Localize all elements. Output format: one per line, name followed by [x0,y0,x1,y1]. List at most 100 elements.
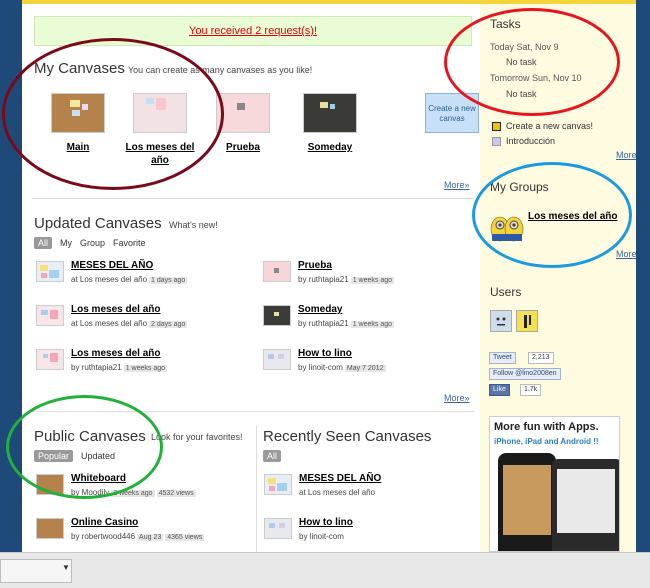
row-title[interactable]: Someday [298,304,342,315]
public-canvases-title: Public Canvases [34,428,146,445]
public-row[interactable]: Online Casino by robertwood446 Aug 23 4365… [36,517,256,550]
row-time: 2 weeks ago [111,490,155,497]
updated-row[interactable]: Prueba by ruthtapia21 1 weeks ago [263,260,483,293]
row-title[interactable]: How to lino [299,517,353,528]
canvas-thumbnail[interactable] [263,261,291,282]
row-meta: by robertwood446 Aug 23 4365 views [71,532,205,541]
canvas-thumbnail[interactable] [264,518,292,539]
user-avatar-icon[interactable] [516,310,538,332]
filter-all[interactable]: All [34,237,53,249]
row-time: 1 weeks ago [350,277,395,284]
canvas-thumbnail[interactable] [216,93,270,133]
updated-row[interactable]: Los meses del año at Los meses del año 2 … [36,304,256,337]
row-meta: at Los meses del año 1 days ago [71,275,188,284]
row-title[interactable]: How to lino [298,348,352,359]
public-row[interactable]: Whiteboard by Moodily 2 weeks ago 4532 vie… [36,473,256,506]
canvas-thumbnail[interactable] [263,305,291,326]
updated-row[interactable]: Someday by ruthtapia21 1 weeks ago [263,304,483,337]
updated-more-link[interactable]: More» [444,393,470,403]
follow-button[interactable]: Follow @lino2008en [489,368,561,380]
tasks-title: Tasks [490,17,521,31]
page: You received 2 request(s)! My Canvases Y… [22,0,636,552]
row-title[interactable]: Los meses del año [71,348,160,359]
row-title[interactable]: Los meses del año [71,304,160,315]
canvas-thumbnail[interactable] [303,93,357,133]
canvas-thumbnail[interactable] [36,518,64,539]
request-notice: You received 2 request(s)! [34,16,472,46]
recent-row[interactable]: MESES DEL AÑO at Los meses del año [264,473,484,506]
canvas-thumbnail[interactable] [36,305,64,326]
updated-filter-tabs: All My Group Favorite [34,237,154,249]
phone-image [498,453,556,551]
canvas-thumbnail[interactable] [263,349,291,370]
row-title[interactable]: Prueba [298,260,332,271]
main-column: You received 2 request(s)! My Canvases Y… [28,4,479,552]
canvas-label[interactable]: Prueba [203,141,283,154]
filter-favorite[interactable]: Favorite [113,238,146,248]
apps-advertisement[interactable]: More fun with Apps. iPhone, iPad and And… [489,416,620,552]
like-button[interactable]: Like [489,384,510,396]
recent-canvases-title: Recently Seen Canvases [263,428,432,445]
updated-row[interactable]: MESES DEL AÑO at Los meses del año 1 days… [36,260,256,293]
canvas-thumbnail[interactable] [133,93,187,133]
row-title[interactable]: MESES DEL AÑO [299,473,381,484]
row-time: May 7 2012 [344,365,386,372]
create-canvas-button[interactable]: Create a new canvas [425,93,479,133]
updated-canvases-subtitle: What's new! [169,220,218,230]
filter-all[interactable]: All [263,450,282,462]
public-canvases-subtitle: Look for your favorites! [151,432,243,442]
filter-popular[interactable]: Popular [34,450,74,462]
row-time: 2 days ago [149,321,188,328]
tweet-button[interactable]: Tweet [489,352,516,364]
tasks-today-date: Today Sat, Nov 9 [490,42,559,52]
group-avatar-icon[interactable] [490,214,524,242]
group-los-meses-link[interactable]: Los meses del año [528,211,617,222]
tasks-more-link[interactable]: More» [616,150,636,160]
row-author: by robertwood446 [71,532,136,541]
tasks-today-item: No task [506,57,537,67]
users-title: Users [490,285,522,299]
my-canvases-title: My Canvases [34,60,125,77]
column-divider [256,426,257,552]
taskbar: ▼ [0,552,650,588]
canvas-label[interactable]: Main [38,141,118,154]
canvas-main[interactable]: Main [38,93,118,154]
recent-row[interactable]: How to lino by linoit-com [264,517,484,550]
filter-updated[interactable]: Updated [81,451,115,461]
chevron-down-icon[interactable]: ▼ [62,563,70,572]
row-meta: at Los meses del año [299,488,376,497]
filter-group[interactable]: Group [80,238,105,248]
canvas-prueba[interactable]: Prueba [203,93,283,154]
request-notice-link[interactable]: You received 2 request(s)! [189,25,317,37]
canvas-someday[interactable]: Someday [290,93,370,154]
canvas-thumbnail[interactable] [36,474,64,495]
updated-row[interactable]: Los meses del año by ruthtapia21 1 weeks … [36,348,256,381]
row-title[interactable]: MESES DEL AÑO [71,260,153,271]
filter-my[interactable]: My [60,238,72,248]
canvas-thumbnail[interactable] [36,349,64,370]
canvas-icon [492,137,501,146]
canvas-thumbnail[interactable] [264,474,292,495]
my-canvases-more-link[interactable]: More» [444,180,470,190]
row-time: Aug 23 [137,534,164,541]
row-meta: by Moodily 2 weeks ago 4532 views [71,488,196,497]
row-time: 1 weeks ago [123,365,168,372]
canvas-los-meses[interactable]: Los meses del año [120,93,200,167]
row-meta: by linoit-com May 7 2012 [298,363,386,372]
create-canvas-link[interactable]: Create a new canvas! [506,121,593,131]
row-title[interactable]: Online Casino [71,517,138,528]
canvas-label[interactable]: Someday [290,141,370,154]
row-meta: by ruthtapia21 1 weeks ago [298,275,395,284]
row-title[interactable]: Whiteboard [71,473,126,484]
tweet-count: 2,213 [528,352,554,364]
canvas-thumbnail[interactable] [51,93,105,133]
row-author: at Los meses del año [71,319,148,328]
updated-row[interactable]: How to lino by linoit-com May 7 2012 [263,348,483,381]
canvas-label[interactable]: Los meses del año [120,141,200,167]
groups-more-link[interactable]: More» [616,249,636,259]
introduccion-link[interactable]: Introducción [506,136,555,146]
canvas-thumbnail[interactable] [36,261,64,282]
row-author: by linoit-com [298,363,343,372]
user-avatar-icon[interactable] [490,310,512,332]
row-time: 1 weeks ago [350,321,395,328]
